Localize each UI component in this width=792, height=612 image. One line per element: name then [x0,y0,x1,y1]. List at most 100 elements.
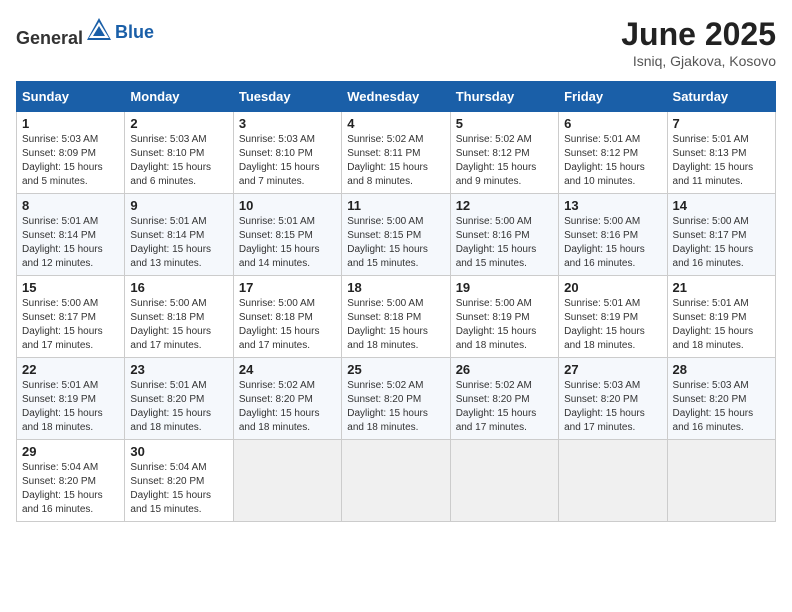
day-cell-30: 30 Sunrise: 5:04 AM Sunset: 8:20 PM Dayl… [125,440,233,522]
location-subtitle: Isniq, Gjakova, Kosovo [621,53,776,69]
day-number: 23 [130,362,227,377]
day-number: 10 [239,198,336,213]
day-cell-1: 1 Sunrise: 5:03 AM Sunset: 8:09 PM Dayli… [17,112,125,194]
day-number: 15 [22,280,119,295]
day-cell-8: 8 Sunrise: 5:01 AM Sunset: 8:14 PM Dayli… [17,194,125,276]
day-cell-23: 23 Sunrise: 5:01 AM Sunset: 8:20 PM Dayl… [125,358,233,440]
day-number: 8 [22,198,119,213]
day-info: Sunrise: 5:01 AM Sunset: 8:13 PM Dayligh… [673,133,770,189]
empty-cell-4-6 [667,440,775,522]
empty-cell-4-3 [342,440,450,522]
day-info: Sunrise: 5:02 AM Sunset: 8:20 PM Dayligh… [239,379,336,435]
day-cell-7: 7 Sunrise: 5:01 AM Sunset: 8:13 PM Dayli… [667,112,775,194]
day-info: Sunrise: 5:03 AM Sunset: 8:10 PM Dayligh… [239,133,336,189]
day-number: 19 [456,280,553,295]
day-info: Sunrise: 5:04 AM Sunset: 8:20 PM Dayligh… [22,461,119,517]
day-cell-20: 20 Sunrise: 5:01 AM Sunset: 8:19 PM Dayl… [559,276,667,358]
day-cell-11: 11 Sunrise: 5:00 AM Sunset: 8:15 PM Dayl… [342,194,450,276]
day-info: Sunrise: 5:03 AM Sunset: 8:10 PM Dayligh… [130,133,227,189]
col-thursday: Thursday [450,82,558,112]
col-saturday: Saturday [667,82,775,112]
day-cell-18: 18 Sunrise: 5:00 AM Sunset: 8:18 PM Dayl… [342,276,450,358]
day-info: Sunrise: 5:00 AM Sunset: 8:16 PM Dayligh… [456,215,553,271]
day-cell-16: 16 Sunrise: 5:00 AM Sunset: 8:18 PM Dayl… [125,276,233,358]
day-cell-2: 2 Sunrise: 5:03 AM Sunset: 8:10 PM Dayli… [125,112,233,194]
day-cell-5: 5 Sunrise: 5:02 AM Sunset: 8:12 PM Dayli… [450,112,558,194]
day-number: 3 [239,116,336,131]
day-number: 5 [456,116,553,131]
logo-text-general: General [16,28,83,48]
day-info: Sunrise: 5:04 AM Sunset: 8:20 PM Dayligh… [130,461,227,517]
day-number: 17 [239,280,336,295]
month-title: June 2025 [621,16,776,53]
day-info: Sunrise: 5:00 AM Sunset: 8:18 PM Dayligh… [347,297,444,353]
title-area: June 2025 Isniq, Gjakova, Kosovo [621,16,776,69]
day-info: Sunrise: 5:00 AM Sunset: 8:18 PM Dayligh… [130,297,227,353]
day-cell-28: 28 Sunrise: 5:03 AM Sunset: 8:20 PM Dayl… [667,358,775,440]
day-number: 25 [347,362,444,377]
day-info: Sunrise: 5:03 AM Sunset: 8:09 PM Dayligh… [22,133,119,189]
day-number: 30 [130,444,227,459]
day-cell-15: 15 Sunrise: 5:00 AM Sunset: 8:17 PM Dayl… [17,276,125,358]
calendar-week-5: 29 Sunrise: 5:04 AM Sunset: 8:20 PM Dayl… [17,440,776,522]
day-info: Sunrise: 5:00 AM Sunset: 8:17 PM Dayligh… [673,215,770,271]
day-cell-27: 27 Sunrise: 5:03 AM Sunset: 8:20 PM Dayl… [559,358,667,440]
day-cell-19: 19 Sunrise: 5:00 AM Sunset: 8:19 PM Dayl… [450,276,558,358]
day-info: Sunrise: 5:02 AM Sunset: 8:12 PM Dayligh… [456,133,553,189]
day-cell-13: 13 Sunrise: 5:00 AM Sunset: 8:16 PM Dayl… [559,194,667,276]
day-cell-29: 29 Sunrise: 5:04 AM Sunset: 8:20 PM Dayl… [17,440,125,522]
day-info: Sunrise: 5:03 AM Sunset: 8:20 PM Dayligh… [564,379,661,435]
day-cell-14: 14 Sunrise: 5:00 AM Sunset: 8:17 PM Dayl… [667,194,775,276]
col-wednesday: Wednesday [342,82,450,112]
day-number: 29 [22,444,119,459]
calendar-week-4: 22 Sunrise: 5:01 AM Sunset: 8:19 PM Dayl… [17,358,776,440]
day-cell-22: 22 Sunrise: 5:01 AM Sunset: 8:19 PM Dayl… [17,358,125,440]
day-cell-3: 3 Sunrise: 5:03 AM Sunset: 8:10 PM Dayli… [233,112,341,194]
day-info: Sunrise: 5:01 AM Sunset: 8:20 PM Dayligh… [130,379,227,435]
day-info: Sunrise: 5:00 AM Sunset: 8:15 PM Dayligh… [347,215,444,271]
col-tuesday: Tuesday [233,82,341,112]
day-info: Sunrise: 5:01 AM Sunset: 8:14 PM Dayligh… [22,215,119,271]
day-info: Sunrise: 5:02 AM Sunset: 8:20 PM Dayligh… [456,379,553,435]
day-number: 18 [347,280,444,295]
day-cell-26: 26 Sunrise: 5:02 AM Sunset: 8:20 PM Dayl… [450,358,558,440]
day-info: Sunrise: 5:01 AM Sunset: 8:14 PM Dayligh… [130,215,227,271]
day-number: 1 [22,116,119,131]
logo-icon [85,16,113,44]
day-cell-17: 17 Sunrise: 5:00 AM Sunset: 8:18 PM Dayl… [233,276,341,358]
day-cell-4: 4 Sunrise: 5:02 AM Sunset: 8:11 PM Dayli… [342,112,450,194]
day-number: 28 [673,362,770,377]
day-info: Sunrise: 5:01 AM Sunset: 8:19 PM Dayligh… [673,297,770,353]
empty-cell-4-5 [559,440,667,522]
day-number: 4 [347,116,444,131]
day-cell-10: 10 Sunrise: 5:01 AM Sunset: 8:15 PM Dayl… [233,194,341,276]
calendar-header-row: Sunday Monday Tuesday Wednesday Thursday… [17,82,776,112]
calendar-table: Sunday Monday Tuesday Wednesday Thursday… [16,81,776,522]
calendar-week-2: 8 Sunrise: 5:01 AM Sunset: 8:14 PM Dayli… [17,194,776,276]
day-cell-21: 21 Sunrise: 5:01 AM Sunset: 8:19 PM Dayl… [667,276,775,358]
day-info: Sunrise: 5:01 AM Sunset: 8:19 PM Dayligh… [564,297,661,353]
empty-cell-4-2 [233,440,341,522]
day-number: 13 [564,198,661,213]
day-number: 2 [130,116,227,131]
calendar-week-3: 15 Sunrise: 5:00 AM Sunset: 8:17 PM Dayl… [17,276,776,358]
col-sunday: Sunday [17,82,125,112]
day-info: Sunrise: 5:02 AM Sunset: 8:20 PM Dayligh… [347,379,444,435]
day-number: 7 [673,116,770,131]
calendar-week-1: 1 Sunrise: 5:03 AM Sunset: 8:09 PM Dayli… [17,112,776,194]
day-cell-9: 9 Sunrise: 5:01 AM Sunset: 8:14 PM Dayli… [125,194,233,276]
page-header: General Blue June 2025 Isniq, Gjakova, K… [16,16,776,69]
day-number: 22 [22,362,119,377]
day-number: 27 [564,362,661,377]
logo-text-blue: Blue [115,22,154,43]
day-info: Sunrise: 5:01 AM Sunset: 8:12 PM Dayligh… [564,133,661,189]
empty-cell-4-4 [450,440,558,522]
day-info: Sunrise: 5:00 AM Sunset: 8:16 PM Dayligh… [564,215,661,271]
col-friday: Friday [559,82,667,112]
day-info: Sunrise: 5:01 AM Sunset: 8:19 PM Dayligh… [22,379,119,435]
day-number: 6 [564,116,661,131]
day-number: 26 [456,362,553,377]
col-monday: Monday [125,82,233,112]
day-number: 12 [456,198,553,213]
day-number: 9 [130,198,227,213]
